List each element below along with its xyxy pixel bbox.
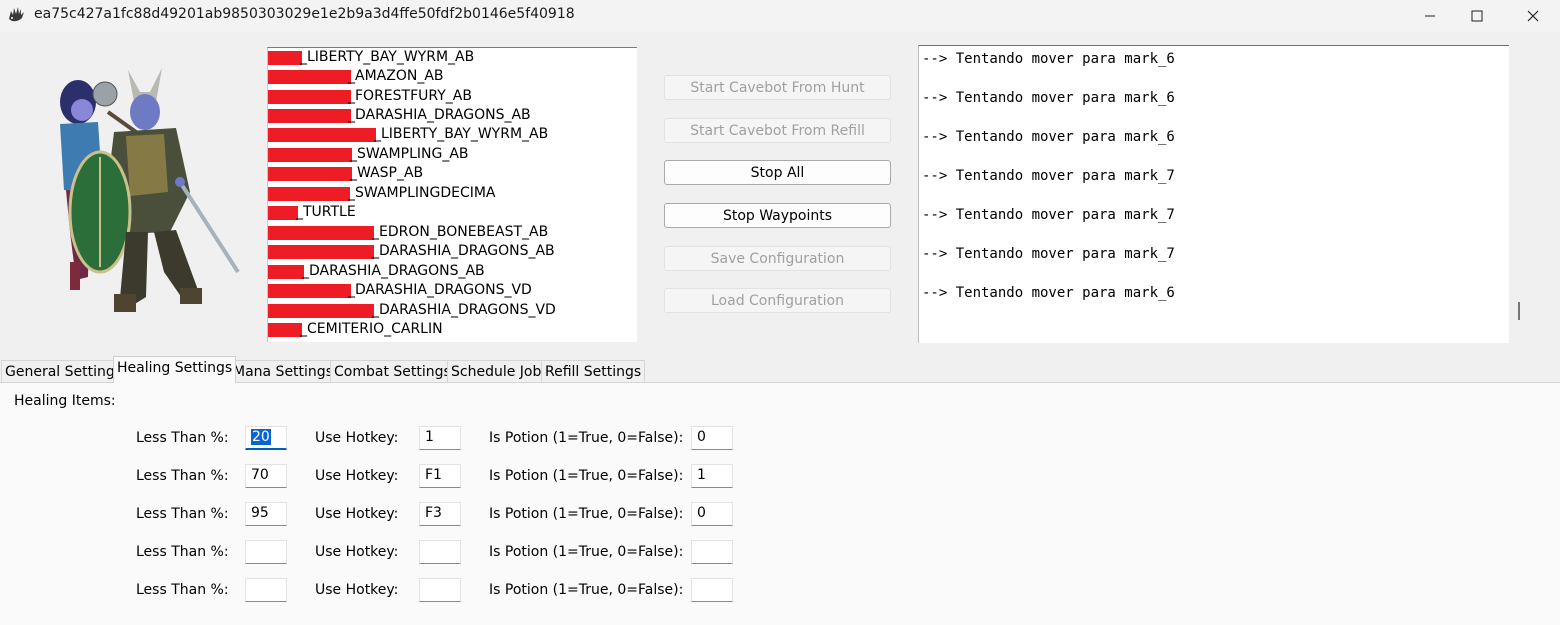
list-item-label: _LIBERTY_BAY_WYRM_AB <box>374 126 549 142</box>
is-potion-label: Is Potion (1=True, 0=False): <box>489 582 684 598</box>
list-item-label: _DARASHIA_DRAGONS_AB <box>348 107 531 123</box>
list-item-label: _WASP_AB <box>350 165 424 181</box>
hotkey-label: Use Hotkey: <box>315 544 399 560</box>
redaction-mark <box>268 187 350 201</box>
is-potion-label: Is Potion (1=True, 0=False): <box>489 430 684 446</box>
hotkey-field[interactable] <box>419 540 461 564</box>
less-than-field[interactable]: 95 <box>245 502 287 526</box>
save-configuration-button[interactable]: Save Configuration <box>664 246 891 271</box>
less-than-label: Less Than %: <box>136 506 229 522</box>
is-potion-label: Is Potion (1=True, 0=False): <box>489 544 684 560</box>
title-bar: ea75c427a1fc88d49201ab9850303029e1e2b9a3… <box>0 0 1560 32</box>
redaction-mark <box>268 148 352 162</box>
list-item-label: _SWAMPLING_AB <box>350 146 469 162</box>
less-than-field[interactable] <box>245 540 287 564</box>
console-line: --> Tentando mover para mark_7 <box>922 168 1175 184</box>
list-item-label: _CEMITERIO_CARLIN <box>300 321 443 337</box>
redaction-mark <box>268 90 351 104</box>
tab-general-settings[interactable]: General Settings <box>1 360 127 382</box>
console-log[interactable]: --> Tentando mover para mark_6 --> Tenta… <box>918 45 1509 343</box>
tab-healing-settings[interactable]: Healing Settings <box>113 356 237 383</box>
hotkey-label: Use Hotkey: <box>315 430 399 446</box>
hotkey-field[interactable]: 1 <box>419 426 461 450</box>
redaction-mark <box>268 128 376 142</box>
console-line: --> Tentando mover para mark_7 <box>922 246 1175 262</box>
redaction-mark <box>268 226 374 240</box>
redaction-mark <box>268 206 298 220</box>
maximize-button[interactable] <box>1454 0 1500 32</box>
list-item-label: _DARASHIA_DRAGONS_VD <box>372 302 556 318</box>
hotkey-field[interactable] <box>419 578 461 602</box>
less-than-field[interactable]: 20 <box>245 426 287 450</box>
start-cavebot-from-refill-button[interactable]: Start Cavebot From Refill <box>664 118 891 143</box>
load-configuration-button[interactable]: Load Configuration <box>664 288 891 313</box>
list-item-label: _DARASHIA_DRAGONS_AB <box>372 243 555 259</box>
section-label: Healing Items: <box>14 393 116 409</box>
less-than-label: Less Than %: <box>136 544 229 560</box>
redaction-mark <box>268 51 302 65</box>
redaction-mark <box>268 323 302 337</box>
tab-schedule-job[interactable]: Schedule Job <box>447 360 546 382</box>
close-icon <box>1527 10 1539 22</box>
stop-all-button[interactable]: Stop All <box>664 160 891 185</box>
minimize-icon <box>1425 15 1435 17</box>
console-line: --> Tentando mover para mark_6 <box>922 129 1175 145</box>
console-line: --> Tentando mover para mark_6 <box>922 285 1175 301</box>
list-item-label: _LIBERTY_BAY_WYRM_AB <box>300 49 475 65</box>
list-item-label: _EDRON_BONEBEAST_AB <box>372 224 549 240</box>
hedgehog-icon <box>6 5 26 25</box>
less-than-label: Less Than %: <box>136 582 229 598</box>
tab-combat-settings[interactable]: Combat Settings <box>330 360 455 382</box>
settings-tabs: General Settings Healing Settings Mana S… <box>0 356 1560 383</box>
hotkey-label: Use Hotkey: <box>315 468 399 484</box>
list-item-label: _AMAZON_AB <box>348 68 444 84</box>
redaction-mark <box>268 167 352 181</box>
redaction-mark <box>268 265 304 279</box>
console-line: --> Tentando mover para mark_6 <box>922 51 1175 67</box>
healing-settings-panel <box>0 382 1560 625</box>
list-item-label: _DARASHIA_DRAGONS_AB <box>302 263 485 279</box>
less-than-label: Less Than %: <box>136 468 229 484</box>
waypoint-listbox[interactable]: _LIBERTY_BAY_WYRM_AB _AMAZON_AB _FORESTF… <box>267 47 637 342</box>
minimize-button[interactable] <box>1407 0 1453 32</box>
console-line: --> Tentando mover para mark_7 <box>922 207 1175 223</box>
list-item-label: _SWAMPLINGDECIMA <box>348 185 496 201</box>
close-button[interactable] <box>1510 0 1556 32</box>
hotkey-field[interactable]: F3 <box>419 502 461 526</box>
is-potion-field[interactable]: 1 <box>691 464 733 488</box>
hotkey-label: Use Hotkey: <box>315 506 399 522</box>
less-than-value: 20 <box>251 429 271 445</box>
console-line: --> Tentando mover para mark_6 <box>922 90 1175 106</box>
hotkey-label: Use Hotkey: <box>315 582 399 598</box>
is-potion-field[interactable] <box>691 540 733 564</box>
is-potion-label: Is Potion (1=True, 0=False): <box>489 468 684 484</box>
redaction-mark <box>268 109 351 123</box>
less-than-label: Less Than %: <box>136 430 229 446</box>
window-title: ea75c427a1fc88d49201ab9850303029e1e2b9a3… <box>34 6 575 22</box>
hotkey-field[interactable]: F1 <box>419 464 461 488</box>
less-than-field[interactable]: 70 <box>245 464 287 488</box>
is-potion-label: Is Potion (1=True, 0=False): <box>489 506 684 522</box>
list-item-label: _FORESTFURY_AB <box>348 88 472 104</box>
is-potion-field[interactable]: 0 <box>691 502 733 526</box>
is-potion-field[interactable] <box>691 578 733 602</box>
list-item-label: _TURTLE <box>296 204 356 220</box>
redaction-mark <box>268 70 351 84</box>
character-portrait <box>30 62 245 324</box>
start-cavebot-from-hunt-button[interactable]: Start Cavebot From Hunt <box>664 75 891 100</box>
tab-refill-settings[interactable]: Refill Settings <box>541 360 646 382</box>
less-than-field[interactable] <box>245 578 287 602</box>
maximize-icon <box>1471 10 1483 22</box>
redaction-mark <box>268 245 374 259</box>
redaction-mark <box>268 284 351 298</box>
is-potion-field[interactable]: 0 <box>691 426 733 450</box>
resize-grip[interactable] <box>1518 302 1520 320</box>
stop-waypoints-button[interactable]: Stop Waypoints <box>664 203 891 228</box>
tab-mana-settings[interactable]: Mana Settings <box>229 360 337 382</box>
redaction-mark <box>268 304 374 318</box>
list-item-label: _DARASHIA_DRAGONS_VD <box>348 282 532 298</box>
